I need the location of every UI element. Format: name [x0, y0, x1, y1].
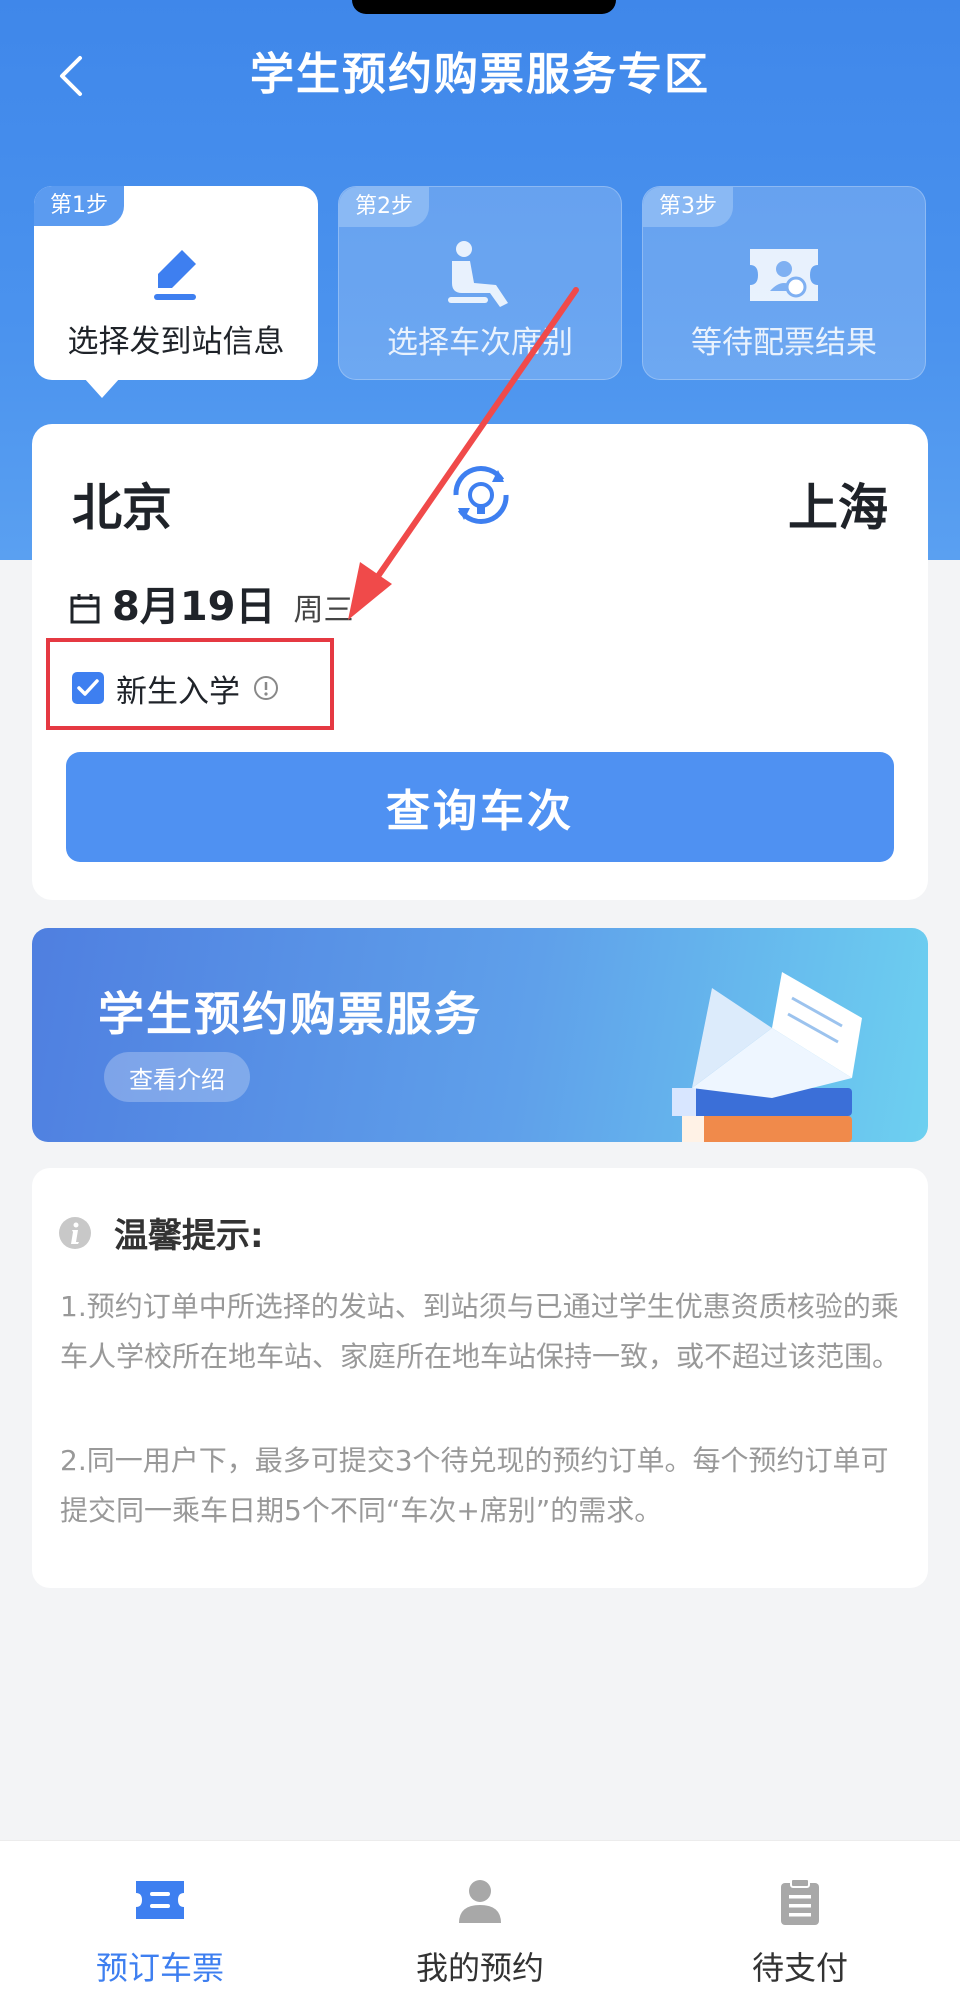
- tip-item: 2.同一用户下，最多可提交3个待兑现的预约订单。每个预约订单可提交同一乘车日期5…: [60, 1444, 889, 1527]
- swap-icon: [453, 466, 509, 524]
- step-pointer: [84, 378, 120, 398]
- calendar-icon: [70, 594, 100, 624]
- step-tag: 第3步: [643, 187, 733, 227]
- step-1[interactable]: 第1步 选择发到站信息: [34, 186, 318, 380]
- step-tag: 第1步: [34, 186, 124, 226]
- camera-notch: [352, 0, 616, 14]
- search-card: 北京 上海 8月19日 周三 新生入学 查询车次: [32, 424, 928, 900]
- tab-label: 待支付: [751, 1949, 848, 1987]
- from-station[interactable]: 北京: [72, 468, 172, 540]
- step-label: 等待配票结果: [691, 325, 877, 361]
- tips-title: 温馨提示:: [114, 1216, 264, 1256]
- freshman-label[interactable]: 新生入学: [116, 666, 240, 711]
- step-label: 选择车次席别: [387, 325, 573, 361]
- tips-panel: 温馨提示: 1.预约订单中所选择的发站、到站须与已通过学生优惠资质核验的乘车人学…: [32, 1168, 928, 1588]
- tab-my-reservations[interactable]: 我的预约: [320, 1841, 640, 1997]
- tab-label: 我的预约: [415, 1949, 544, 1987]
- tab-label: 预订车票: [95, 1949, 224, 1987]
- query-trains-button[interactable]: 查询车次: [66, 752, 894, 862]
- step-3[interactable]: 第3步 等待配票结果: [642, 186, 926, 380]
- banner-title: 学生预约购票服务: [98, 987, 482, 1041]
- page-title: 学生预约购票服务专区: [250, 49, 710, 100]
- freshman-checkbox[interactable]: [72, 672, 104, 704]
- ticket-tab-icon: [136, 1881, 184, 1919]
- ticket-icon: [750, 249, 818, 301]
- tab-pending-payment[interactable]: 待支付: [640, 1841, 960, 1997]
- freshman-info-button[interactable]: [252, 674, 280, 706]
- to-station[interactable]: 上海: [788, 468, 888, 540]
- info-filled-icon: [59, 1216, 91, 1249]
- swap-button[interactable]: [446, 460, 516, 530]
- tab-book-ticket[interactable]: 预订车票: [0, 1841, 320, 1997]
- step-2[interactable]: 第2步 选择车次席别: [338, 186, 622, 380]
- date-picker[interactable]: 8月19日 周三: [70, 574, 354, 632]
- step-label: 选择发到站信息: [67, 324, 285, 360]
- checkmark-icon: [77, 679, 99, 696]
- travel-weekday: 周三: [293, 593, 354, 628]
- clipboard-tab-icon: [781, 1878, 819, 1925]
- edit-icon: [154, 250, 196, 300]
- books-icon: [672, 972, 862, 1142]
- seat-icon: [448, 241, 508, 307]
- bottom-tab-bar: 预订车票 我的预约 待支付: [0, 1840, 960, 1997]
- student-service-banner[interactable]: 学生预约购票服务 查看介绍: [32, 928, 928, 1142]
- view-intro-button[interactable]: 查看介绍: [104, 1052, 250, 1102]
- info-icon: [254, 676, 278, 700]
- user-tab-icon: [459, 1880, 501, 1923]
- tip-item: 1.预约订单中所选择的发站、到站须与已通过学生优惠资质核验的乘车人学校所在地车站…: [60, 1290, 901, 1373]
- tips-header: 温馨提示:: [58, 1208, 264, 1257]
- travel-date: 8月19日: [112, 584, 276, 630]
- step-tag: 第2步: [339, 187, 429, 227]
